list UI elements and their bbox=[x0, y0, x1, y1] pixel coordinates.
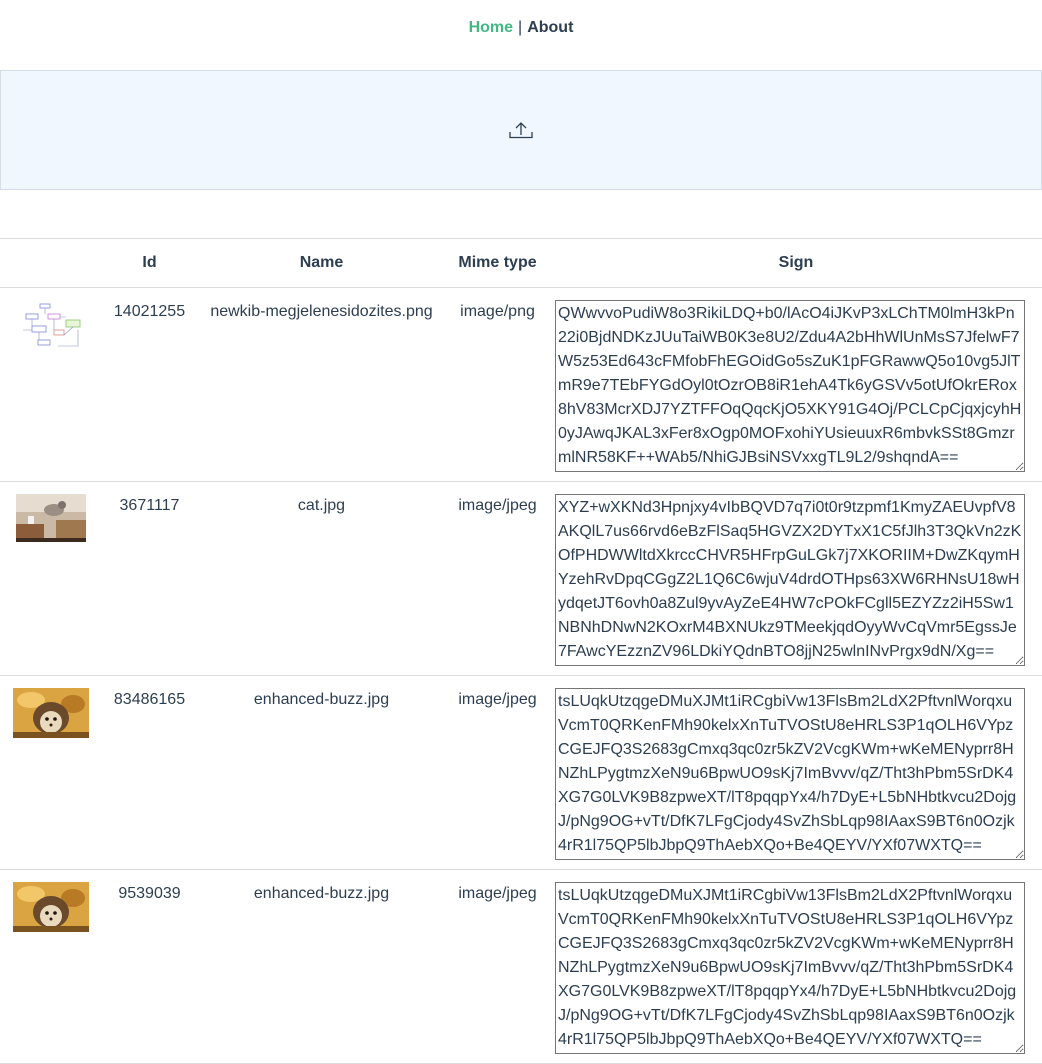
nav-home-link[interactable]: Home bbox=[469, 19, 513, 37]
mime-type-cell: image/jpeg bbox=[458, 691, 537, 708]
files-table-wrapper: Id Name Mime type Sign 14021255 newkib-m… bbox=[0, 238, 1042, 1064]
table-header-row: Id Name Mime type Sign bbox=[0, 238, 1042, 288]
name-column-header: Name bbox=[299, 254, 344, 271]
mime-type-cell: image/jpeg bbox=[458, 497, 537, 514]
cat-photo-thumbnail bbox=[15, 494, 86, 542]
file-name-cell: newkib-megjelenesidozites.png bbox=[210, 303, 433, 320]
main-nav: Home | About bbox=[0, 0, 1042, 56]
file-id-cell: 14021255 bbox=[113, 303, 186, 320]
file-name-cell: cat.jpg bbox=[297, 497, 346, 514]
file-id-cell: 83486165 bbox=[113, 691, 186, 708]
file-id-cell: 9539039 bbox=[118, 885, 181, 902]
file-name-cell: enhanced-buzz.jpg bbox=[253, 691, 390, 708]
table-row: 14021255 newkib-megjelenesidozites.png i… bbox=[0, 288, 1042, 482]
mime-type-column-header: Mime type bbox=[458, 254, 537, 271]
table-row: 3671117 cat.jpg image/jpeg XYZ+wXKNd3Hpn… bbox=[0, 482, 1042, 676]
sign-textarea[interactable]: tsLUqkUtzqgeDMuXJMt1iRCgbiVw13FlsBm2LdX2… bbox=[555, 882, 1025, 1054]
upload-dropzone[interactable] bbox=[0, 70, 1042, 190]
nav-separator: | bbox=[518, 19, 523, 36]
nav-about-link[interactable]: About bbox=[527, 19, 573, 37]
hedgehog-photo-thumbnail bbox=[12, 882, 89, 932]
upload-icon[interactable] bbox=[509, 120, 533, 140]
table-row: 83486165 enhanced-buzz.jpg image/jpeg ts… bbox=[0, 676, 1042, 870]
file-id-cell: 3671117 bbox=[119, 497, 180, 514]
mime-type-cell: image/jpeg bbox=[458, 885, 537, 902]
file-name-cell: enhanced-buzz.jpg bbox=[253, 885, 390, 902]
thumbnail-column-header bbox=[0, 239, 101, 288]
table-row: 9539039 enhanced-buzz.jpg image/jpeg tsL… bbox=[0, 870, 1042, 1064]
diagram-thumbnail bbox=[17, 300, 84, 352]
sign-textarea[interactable]: QWwvvoPudiW8o3RikiLDQ+b0/lAcO4iJKvP3xLCh… bbox=[555, 300, 1025, 472]
files-table: Id Name Mime type Sign 14021255 newkib-m… bbox=[0, 238, 1042, 1064]
mime-type-cell: image/png bbox=[460, 303, 535, 320]
id-column-header: Id bbox=[142, 254, 157, 271]
hedgehog-photo-thumbnail bbox=[12, 688, 89, 738]
sign-column-header: Sign bbox=[778, 254, 814, 271]
sign-textarea[interactable]: XYZ+wXKNd3Hpnjxy4vIbBQVD7q7i0t0r9tzpmf1K… bbox=[555, 494, 1025, 666]
sign-textarea[interactable]: tsLUqkUtzqgeDMuXJMt1iRCgbiVw13FlsBm2LdX2… bbox=[555, 688, 1025, 860]
